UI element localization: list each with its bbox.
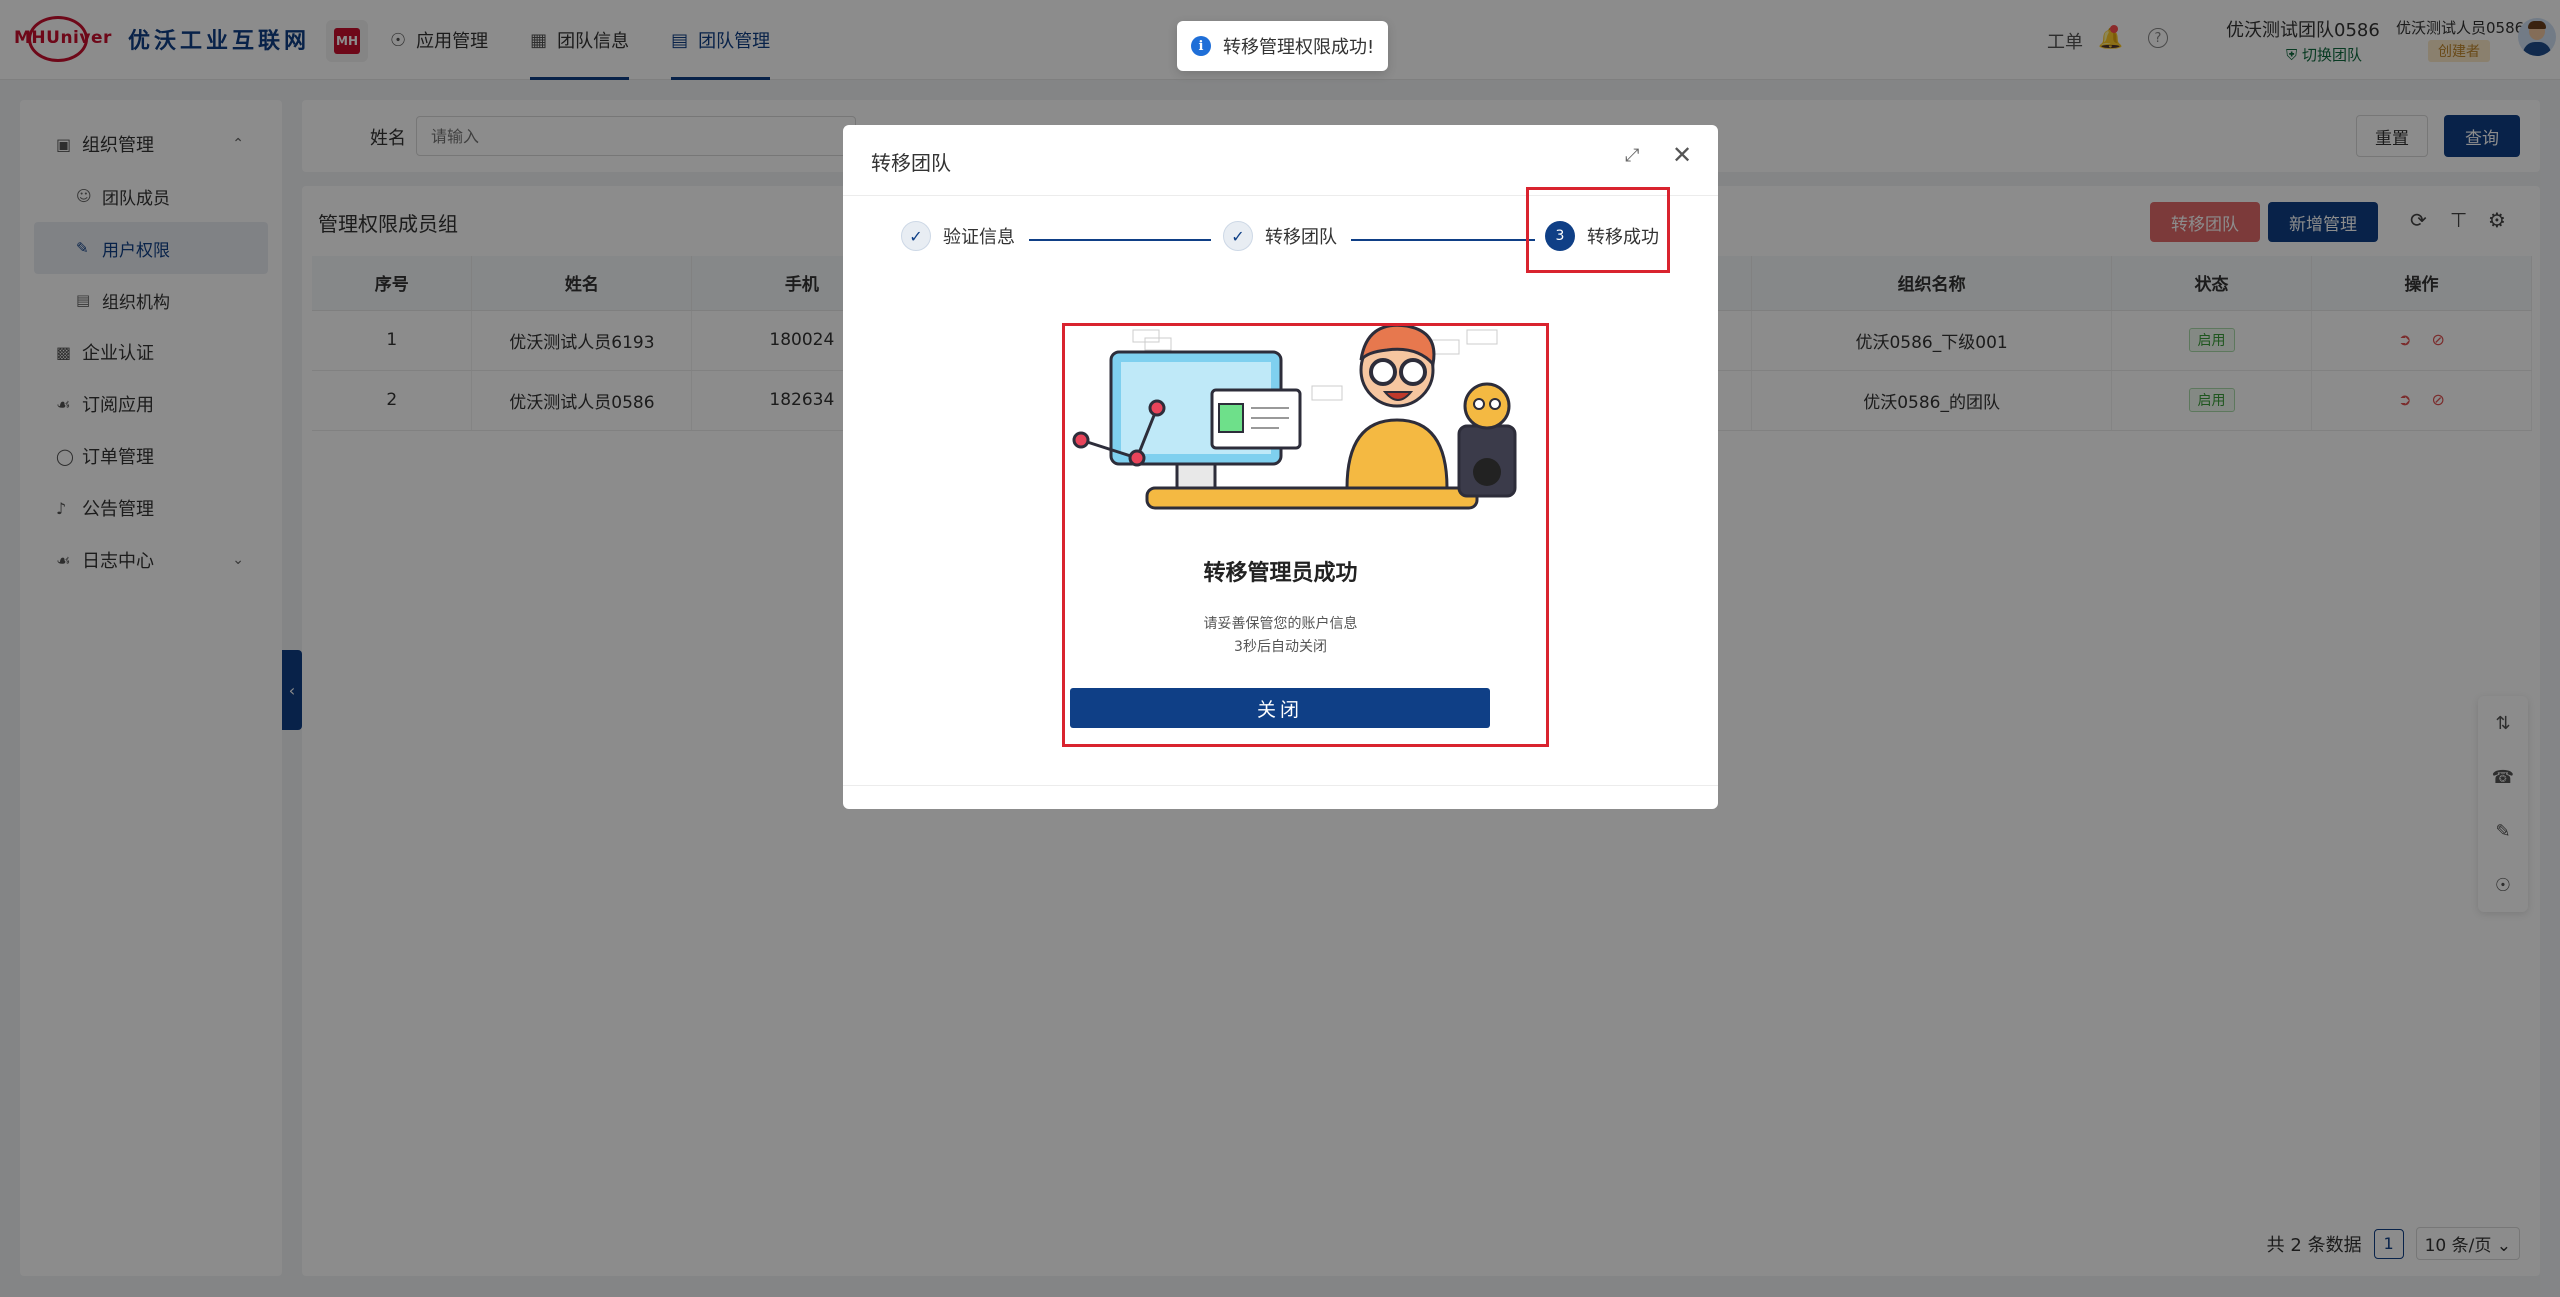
highlight-box: [1062, 323, 1549, 747]
transfer-team-modal: 转移团队 ⤢ ✕ ✓ 验证信息 ✓ 转移团队 3 转移成功 转移管理员成功 请妥…: [843, 125, 1718, 809]
modal-footer-divider: [843, 785, 1718, 786]
step-connector: [1351, 239, 1535, 241]
step-connector: [1029, 239, 1211, 241]
step-verify: ✓ 验证信息: [901, 221, 1015, 251]
step-label: 转移团队: [1265, 227, 1337, 248]
step-label: 验证信息: [943, 227, 1015, 248]
highlight-box: [1526, 187, 1670, 273]
check-icon: ✓: [1223, 221, 1253, 251]
close-icon[interactable]: ✕: [1672, 141, 1692, 169]
fullscreen-icon[interactable]: ⤢: [1625, 145, 1639, 166]
check-icon: ✓: [901, 221, 931, 251]
modal-title: 转移团队: [871, 151, 951, 175]
toast-message: 转移管理权限成功!: [1223, 37, 1375, 58]
success-toast: i 转移管理权限成功!: [1177, 21, 1389, 71]
info-icon: i: [1191, 36, 1211, 56]
step-transfer: ✓ 转移团队: [1223, 221, 1337, 251]
